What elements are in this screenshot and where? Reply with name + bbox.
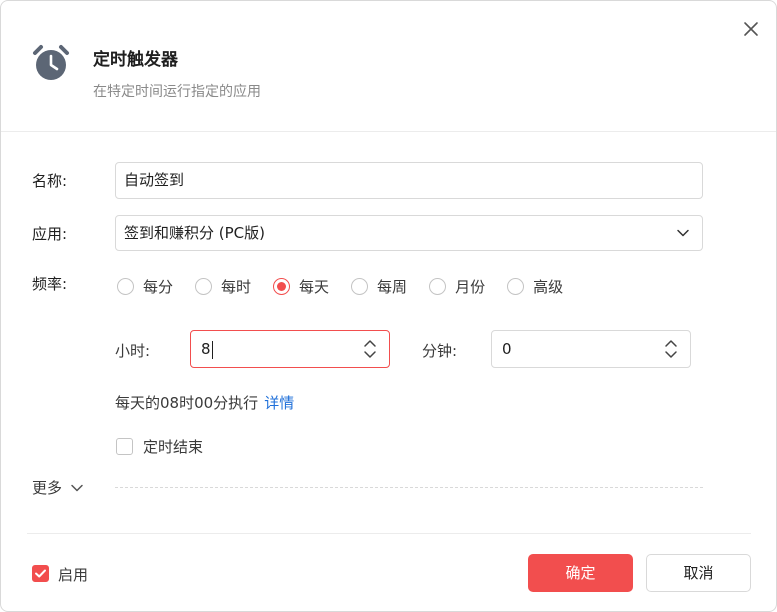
radio-every-minute[interactable]: 每分 [117,276,173,297]
more-divider [115,487,703,488]
app-select-value: 签到和赚积分 (PC版) [124,224,265,242]
dialog-title: 定时触发器 [93,50,178,70]
chevron-down-icon [71,484,83,491]
radio-label: 高级 [533,277,564,296]
hour-label: 小时: [115,342,151,360]
radio-label: 月份 [455,277,486,296]
app-label: 应用: [32,225,68,243]
radio-label: 每周 [377,277,408,296]
radio-monthly[interactable]: 月份 [429,276,485,297]
radio-label: 每天 [299,277,330,296]
radio-every-hour[interactable]: 每时 [195,276,251,297]
radio-circle [195,277,213,295]
timer-trigger-dialog: 定时触发器 在特定时间运行指定的应用 名称: 自动签到 应用: 签到和赚积分 (… [0,0,777,612]
radio-circle [507,277,525,295]
frequency-label: 频率: [32,275,68,293]
name-input[interactable]: 自动签到 [115,162,703,199]
stepper-arrows-icon[interactable] [664,338,678,360]
enable-label: 启用 [58,566,89,584]
end-timer-label: 定时结束 [143,438,204,456]
more-label: 更多 [32,479,63,497]
stepper-arrows-icon[interactable] [363,338,377,360]
text-caret [211,340,213,359]
alarm-clock-icon [33,45,69,80]
radio-circle [351,277,369,295]
radio-circle [117,277,134,295]
chevron-down-icon [677,229,689,237]
radio-label: 每时 [221,277,252,296]
minute-label: 分钟: [422,342,458,360]
radio-advanced[interactable]: 高级 [507,276,563,297]
radio-every-week[interactable]: 每周 [351,276,407,297]
cancel-button[interactable]: 取消 [646,554,751,592]
radio-every-day[interactable]: 每天 [273,276,329,297]
checkmark-icon [35,569,46,578]
schedule-summary-text: 每天的08时00分执行 [115,394,259,412]
minute-stepper[interactable]: 0 [491,330,691,368]
footer-divider [27,533,751,534]
more-toggle[interactable]: 更多 [32,477,84,498]
minute-value: 0 [502,340,512,358]
radio-circle [429,277,447,295]
hour-stepper[interactable]: 8 [190,330,390,368]
schedule-summary: 每天的08时00分执行 详情 [115,392,294,413]
frequency-radio-group: 每分 每时 每天 每周 月份 高级 [117,275,585,297]
dialog-subtitle: 在特定时间运行指定的应用 [93,84,261,100]
confirm-button[interactable]: 确定 [528,554,633,592]
end-timer-checkbox[interactable] [116,438,133,455]
radio-label: 每分 [143,277,174,296]
radio-circle-selected [273,277,291,295]
enable-checkbox[interactable] [32,565,49,582]
dialog-header: 定时触发器 在特定时间运行指定的应用 [1,1,776,132]
hour-value: 8 [201,340,211,358]
name-label: 名称: [32,172,68,190]
close-icon[interactable] [739,17,763,41]
app-select[interactable]: 签到和赚积分 (PC版) [115,215,703,251]
details-link[interactable]: 详情 [264,394,294,412]
